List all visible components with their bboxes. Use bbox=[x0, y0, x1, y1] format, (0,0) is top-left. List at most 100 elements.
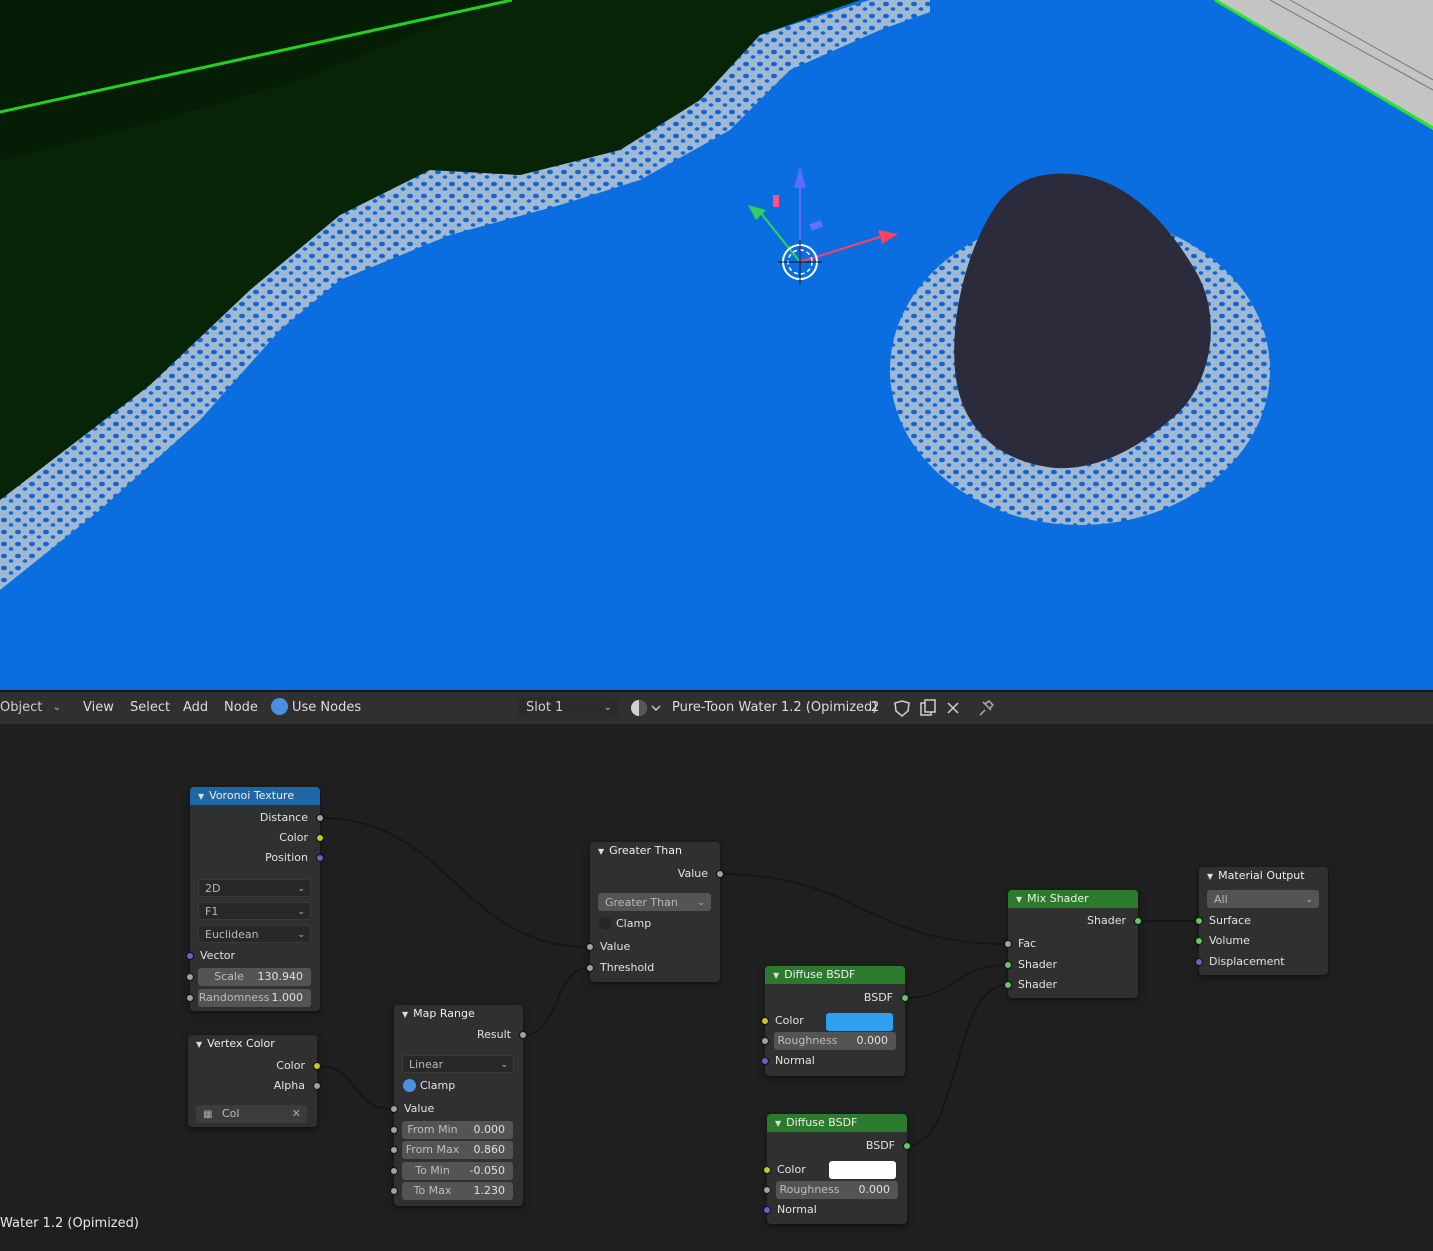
socket-value[interactable] bbox=[390, 1105, 398, 1113]
mix-shader-node[interactable]: ▼ Mix Shader Shader Fac Shader Shader bbox=[1004, 890, 1142, 998]
socket-from-max[interactable] bbox=[390, 1146, 398, 1154]
socket-alpha[interactable] bbox=[313, 1082, 321, 1090]
socket-volume[interactable] bbox=[1195, 937, 1203, 945]
pin-icon[interactable] bbox=[975, 692, 995, 724]
socket-roughness[interactable] bbox=[763, 1186, 771, 1194]
socket-color[interactable] bbox=[313, 1062, 321, 1070]
vertex-color-node[interactable]: ▼ Vertex Color Color Alpha ▦ Col ✕ bbox=[188, 1035, 321, 1127]
socket-shader-2[interactable] bbox=[1004, 981, 1012, 989]
node-header[interactable]: ▼ Greater Than bbox=[590, 842, 720, 860]
roughness-field[interactable]: Roughness 0.000 bbox=[776, 1181, 898, 1199]
menu-select[interactable]: Select bbox=[130, 692, 170, 724]
node-title: Voronoi Texture bbox=[209, 789, 295, 802]
color-attribute-icon: ▦ bbox=[203, 1109, 213, 1120]
node-header[interactable]: ▼ Voronoi Texture bbox=[190, 787, 320, 805]
dimensions-dropdown[interactable]: 2D ⌄ bbox=[198, 879, 311, 897]
clamp-checkbox[interactable]: Clamp bbox=[590, 914, 720, 934]
greater-than-node[interactable]: ▼ Greater Than Value Greater Than ⌄ Clamp … bbox=[586, 842, 724, 982]
clamp-checkbox[interactable]: Clamp bbox=[394, 1076, 523, 1096]
node-header[interactable]: ▼ Map Range bbox=[394, 1005, 523, 1023]
object-mode-dropdown[interactable]: Object ⌄ bbox=[0, 697, 67, 719]
node-header[interactable]: ▼ Mix Shader bbox=[1008, 890, 1138, 908]
socket-color[interactable] bbox=[761, 1017, 769, 1025]
socket-color[interactable] bbox=[316, 834, 324, 842]
slot-dropdown[interactable]: Slot 1 ⌄ bbox=[518, 697, 618, 719]
menu-add[interactable]: Add bbox=[183, 692, 208, 724]
color-swatch[interactable] bbox=[826, 1013, 893, 1031]
socket-normal[interactable] bbox=[763, 1206, 771, 1214]
clear-icon[interactable]: ✕ bbox=[292, 1105, 301, 1123]
node-header[interactable]: ▼ Diffuse BSDF bbox=[765, 966, 905, 984]
diffuse-bsdf-node-1[interactable]: ▼ Diffuse BSDF BSDF Color Roughness 0.000 … bbox=[761, 966, 909, 1076]
map-range-node[interactable]: ▼ Map Range Result Linear ⌄ Clamp Value Fr… bbox=[390, 1005, 527, 1206]
output-result: Result bbox=[477, 1028, 511, 1041]
diffuse-bsdf-node-2[interactable]: ▼ Diffuse BSDF BSDF Color Roughness 0.000 … bbox=[763, 1114, 911, 1224]
socket-randomness[interactable] bbox=[186, 994, 194, 1002]
material-output-node[interactable]: ▼ Material Output All ⌄ Surface Volume Dis… bbox=[1195, 867, 1328, 975]
socket-shader-1[interactable] bbox=[1004, 961, 1012, 969]
material-name[interactable]: Pure-Toon Water 1.2 (Opimized) bbox=[672, 692, 877, 724]
slot-label: Slot 1 bbox=[526, 700, 564, 715]
use-nodes-toggle[interactable]: Use Nodes bbox=[271, 692, 361, 724]
roughness-field[interactable]: Roughness 0.000 bbox=[774, 1032, 896, 1050]
voronoi-texture-node[interactable]: ▼ Voronoi Texture Distance Color Position… bbox=[186, 787, 324, 1011]
output-distance: Distance bbox=[259, 811, 308, 824]
to-max-field[interactable]: To Max 1.230 bbox=[402, 1182, 513, 1200]
scale-field[interactable]: Scale 130.940 bbox=[198, 968, 311, 986]
field-value: 0.860 bbox=[473, 1143, 506, 1156]
close-icon[interactable] bbox=[946, 692, 960, 724]
input-socket-row: Volume bbox=[1195, 931, 1328, 951]
socket-bsdf[interactable] bbox=[901, 994, 909, 1002]
from-min-field[interactable]: From Min 0.000 bbox=[402, 1121, 513, 1139]
socket-fac[interactable] bbox=[1004, 940, 1012, 948]
vertex-color-layer-field[interactable]: ▦ Col ✕ bbox=[196, 1105, 307, 1123]
feature-dropdown[interactable]: F1 ⌄ bbox=[198, 902, 311, 920]
metric-dropdown[interactable]: Euclidean ⌄ bbox=[198, 925, 311, 943]
menu-view[interactable]: View bbox=[83, 692, 114, 724]
material-browse-button[interactable] bbox=[628, 692, 662, 724]
node-editor-canvas[interactable]: ▼ Voronoi Texture Distance Color Position… bbox=[0, 724, 1433, 1251]
socket-surface[interactable] bbox=[1195, 917, 1203, 925]
node-header[interactable]: ▼ Vertex Color bbox=[188, 1035, 317, 1053]
node-header[interactable]: ▼ Diffuse BSDF bbox=[767, 1114, 907, 1132]
operation-dropdown[interactable]: Greater Than ⌄ bbox=[598, 893, 711, 911]
socket-value-out[interactable] bbox=[716, 870, 724, 878]
node-title: Greater Than bbox=[609, 844, 682, 857]
input-socket-row: Shader bbox=[1004, 955, 1138, 975]
field-label: Scale bbox=[214, 970, 244, 983]
socket-vector[interactable] bbox=[186, 952, 194, 960]
socket-bsdf[interactable] bbox=[903, 1142, 911, 1150]
socket-distance[interactable] bbox=[316, 814, 324, 822]
socket-scale[interactable] bbox=[186, 973, 194, 981]
output-bsdf: BSDF bbox=[865, 1139, 895, 1152]
socket-roughness[interactable] bbox=[761, 1037, 769, 1045]
link-color-mapvalue bbox=[317, 1065, 393, 1110]
socket-color[interactable] bbox=[763, 1166, 771, 1174]
input-color: Color bbox=[775, 1014, 804, 1027]
socket-normal[interactable] bbox=[761, 1057, 769, 1065]
3d-viewport[interactable] bbox=[0, 0, 1433, 690]
interpolation-dropdown[interactable]: Linear ⌄ bbox=[402, 1055, 514, 1073]
output-socket-row: BSDF bbox=[765, 988, 909, 1008]
randomness-field[interactable]: Randomness 1.000 bbox=[198, 989, 311, 1007]
link-result-threshold bbox=[523, 967, 590, 1036]
socket-to-max[interactable] bbox=[390, 1187, 398, 1195]
socket-position[interactable] bbox=[316, 854, 324, 862]
socket-value-in[interactable] bbox=[586, 943, 594, 951]
socket-shader-out[interactable] bbox=[1134, 917, 1142, 925]
socket-displacement[interactable] bbox=[1195, 958, 1203, 966]
socket-to-min[interactable] bbox=[390, 1167, 398, 1175]
socket-result[interactable] bbox=[519, 1031, 527, 1039]
shield-icon[interactable] bbox=[893, 692, 911, 724]
clamp-label: Clamp bbox=[616, 917, 652, 930]
link-distance-value bbox=[319, 817, 590, 948]
node-header[interactable]: ▼ Material Output bbox=[1199, 867, 1328, 885]
target-dropdown[interactable]: All ⌄ bbox=[1207, 890, 1319, 908]
socket-threshold[interactable] bbox=[586, 964, 594, 972]
menu-node[interactable]: Node bbox=[224, 692, 258, 724]
to-min-field[interactable]: To Min -0.050 bbox=[402, 1162, 513, 1180]
socket-from-min[interactable] bbox=[390, 1126, 398, 1134]
duplicate-icon[interactable] bbox=[918, 692, 938, 724]
color-swatch[interactable] bbox=[829, 1161, 896, 1179]
from-max-field[interactable]: From Max 0.860 bbox=[402, 1141, 513, 1159]
